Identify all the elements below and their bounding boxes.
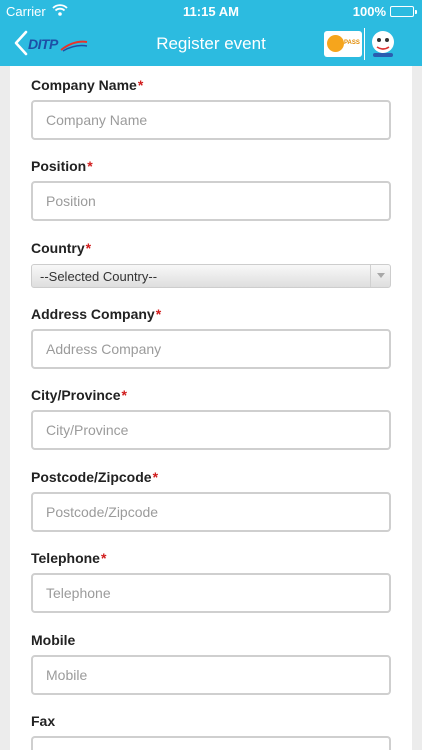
country-selected-value: --Selected Country-- xyxy=(40,269,158,284)
pass-logo: PASS xyxy=(324,31,362,57)
required-mark: * xyxy=(87,158,93,174)
top-bar: Carrier 11:15 AM 100% DITP Register even… xyxy=(0,0,422,66)
fax-field[interactable] xyxy=(31,736,391,750)
fax-input[interactable] xyxy=(33,740,389,750)
company-name-label-text: Company Name xyxy=(31,77,137,93)
required-mark: * xyxy=(100,550,107,566)
mobile-field[interactable] xyxy=(31,655,391,695)
position-label-text: Position xyxy=(31,158,87,174)
required-mark: * xyxy=(155,306,162,322)
battery-percent: 100% xyxy=(352,4,386,19)
telephone-input[interactable] xyxy=(33,575,389,611)
city-province-label-text: City/Province xyxy=(31,387,121,403)
mascot-logo xyxy=(372,31,394,57)
position-label: Position* xyxy=(31,158,93,174)
required-mark: * xyxy=(121,387,127,403)
postcode-input[interactable] xyxy=(33,494,389,530)
company-name-field[interactable] xyxy=(31,100,391,140)
required-mark: * xyxy=(152,469,159,485)
company-name-input[interactable] xyxy=(33,102,389,138)
battery-icon xyxy=(390,6,417,17)
postcode-field[interactable] xyxy=(31,492,391,532)
pass-logo-circle xyxy=(327,35,344,52)
city-province-field[interactable] xyxy=(31,410,391,450)
mobile-label-text: Mobile xyxy=(31,632,76,648)
mobile-label: Mobile xyxy=(31,632,75,648)
dropdown-arrow-icon xyxy=(370,265,390,287)
telephone-label-text: Telephone xyxy=(31,550,100,566)
status-bar: Carrier 11:15 AM 100% xyxy=(0,0,422,22)
pass-logo-text: PASS xyxy=(344,40,360,46)
postcode-label-text: Postcode/Zipcode xyxy=(31,469,152,485)
address-company-label: Address Company* xyxy=(31,306,161,322)
mobile-input[interactable] xyxy=(33,657,389,693)
fax-label-text: Fax xyxy=(31,713,56,729)
address-company-input[interactable] xyxy=(33,331,389,367)
telephone-label: Telephone* xyxy=(31,550,106,566)
country-label-text: Country xyxy=(31,240,85,256)
position-input[interactable] xyxy=(33,183,389,219)
postcode-label: Postcode/Zipcode* xyxy=(31,469,158,485)
fax-label: Fax xyxy=(31,713,55,729)
city-province-input[interactable] xyxy=(33,412,389,448)
navigation-bar: DITP Register event PASS xyxy=(0,22,422,66)
city-province-label: City/Province* xyxy=(31,387,127,403)
telephone-field[interactable] xyxy=(31,573,391,613)
country-label: Country* xyxy=(31,240,91,256)
position-field[interactable] xyxy=(31,181,391,221)
address-company-label-text: Address Company xyxy=(31,306,155,322)
required-mark: * xyxy=(137,77,144,93)
company-name-label: Company Name* xyxy=(31,77,143,93)
required-mark: * xyxy=(85,240,92,256)
address-company-field[interactable] xyxy=(31,329,391,369)
logo-divider xyxy=(364,28,365,60)
country-select[interactable]: --Selected Country-- xyxy=(31,264,391,288)
